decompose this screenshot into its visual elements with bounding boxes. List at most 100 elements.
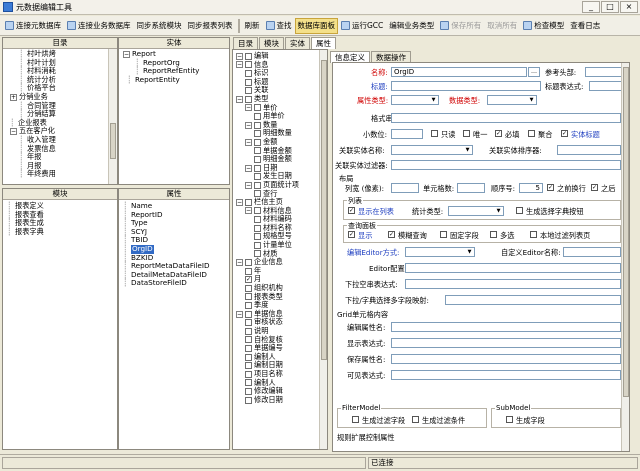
tree-checkbox[interactable] (245, 78, 252, 86)
tree-checkbox[interactable] (245, 284, 252, 292)
attr-item[interactable]: ┊ DataStoreFileID (123, 279, 210, 288)
gen-select-checkbox[interactable] (516, 207, 523, 214)
tree-item[interactable]: ┊ ReportEntity (127, 75, 199, 85)
catalog-scrollbar[interactable] (108, 49, 117, 184)
expand-toggle-icon[interactable]: − (236, 198, 243, 206)
custom-editor-input[interactable] (563, 247, 621, 257)
tree-checkbox[interactable] (254, 112, 261, 120)
sync-modules-button[interactable]: 同步系统模块 (134, 18, 185, 34)
form-scrollbar[interactable] (621, 63, 629, 451)
tree-checkbox[interactable] (245, 302, 252, 310)
tree-checkbox[interactable] (245, 353, 252, 361)
expand-toggle-icon[interactable]: − (236, 310, 243, 318)
show-checkbox[interactable]: ✓ (348, 231, 355, 238)
field-tree-scrollbar[interactable] (319, 50, 327, 449)
gen-filter-cond-checkbox[interactable] (412, 416, 419, 423)
tree-checkbox[interactable] (245, 95, 252, 103)
tree-checkbox[interactable] (254, 138, 261, 146)
sync-reports-button[interactable]: 同步报表列表 (185, 18, 236, 34)
tree-item[interactable]: ┊ 报表字典 (7, 227, 44, 237)
expand-toggle-icon[interactable]: − (245, 121, 252, 129)
expand-toggle-icon[interactable]: − (236, 259, 243, 267)
tree-item[interactable]: 修改日期 (245, 395, 299, 405)
filter-page-checkbox[interactable] (530, 231, 537, 238)
tree-checkbox[interactable]: ✓ (245, 276, 252, 284)
tree-checkbox[interactable] (254, 233, 261, 241)
cell-count-input[interactable] (457, 183, 485, 193)
refresh-button[interactable]: 刷新 (242, 18, 263, 34)
tree-checkbox[interactable] (245, 362, 252, 370)
save-all-button[interactable]: 保存所有 (437, 18, 484, 34)
tree-checkbox[interactable] (245, 379, 252, 387)
tree-checkbox[interactable] (245, 198, 252, 206)
expand-toggle-icon[interactable]: − (236, 95, 243, 103)
show-expr-input[interactable] (391, 338, 621, 348)
tree-checkbox[interactable] (254, 207, 261, 215)
fuzzy-checkbox[interactable]: ✓ (388, 231, 395, 238)
edit-biztype-button[interactable]: 编辑业务类型 (386, 18, 437, 34)
tree-checkbox[interactable] (245, 319, 252, 327)
unique-checkbox[interactable] (463, 130, 470, 137)
tree-checkbox[interactable] (254, 155, 261, 163)
attr-type-select[interactable]: ▼ (391, 95, 439, 105)
tree-checkbox[interactable] (245, 69, 252, 77)
expand-toggle-icon[interactable]: − (236, 61, 243, 69)
gen-filter-field-checkbox[interactable] (352, 416, 359, 423)
check-model-button[interactable]: 检查模型 (520, 18, 567, 34)
tab-entity[interactable]: 实体 (285, 37, 310, 49)
tree-checkbox[interactable] (254, 130, 261, 138)
expand-toggle-icon[interactable]: − (245, 181, 252, 189)
tree-checkbox[interactable] (254, 224, 261, 232)
tree-checkbox[interactable] (245, 267, 252, 275)
name-input[interactable]: OrgID (391, 67, 527, 77)
show-in-list-checkbox[interactable]: ✓ (348, 207, 355, 214)
tree-checkbox[interactable] (254, 147, 261, 155)
tree-checkbox[interactable] (254, 104, 261, 112)
connect-bizdb-button[interactable]: 连接业务数据库 (64, 18, 134, 34)
tree-checkbox[interactable] (245, 52, 252, 60)
rel-filter-input[interactable] (391, 160, 621, 170)
tree-checkbox[interactable] (245, 87, 252, 95)
data-type-select[interactable]: ▼ (487, 95, 537, 105)
tree-checkbox[interactable] (254, 164, 261, 172)
format-input[interactable] (391, 113, 621, 123)
dropdown-dict-input[interactable] (445, 295, 621, 305)
view-log-button[interactable]: 查看日志 (567, 18, 603, 34)
order-input[interactable]: 5 (519, 183, 543, 193)
maximize-button[interactable]: □ (601, 1, 619, 13)
required-checkbox[interactable]: ✓ (495, 130, 502, 137)
tab-attribute[interactable]: 属性 (311, 37, 336, 49)
rel-entity-select[interactable]: ▼ (391, 145, 473, 155)
minimize-button[interactable]: _ (582, 1, 600, 13)
tree-checkbox[interactable] (245, 336, 252, 344)
editor-cfg-input[interactable] (405, 263, 621, 273)
aggregate-checkbox[interactable] (528, 130, 535, 137)
tree-checkbox[interactable] (245, 61, 252, 69)
fixed-field-checkbox[interactable] (440, 231, 447, 238)
expand-toggle-icon[interactable]: − (245, 207, 252, 215)
expand-toggle-icon[interactable]: − (245, 104, 252, 112)
connect-metadb-button[interactable]: 连接元数据库 (2, 18, 64, 34)
wrap-after-checkbox[interactable]: ✓ (591, 184, 598, 191)
tree-checkbox[interactable] (254, 241, 261, 249)
save-attr-input[interactable] (391, 354, 621, 364)
tree-checkbox[interactable] (254, 216, 261, 224)
tree-checkbox[interactable] (254, 121, 261, 129)
db-panel-button[interactable]: 数据库面板 (294, 17, 338, 34)
tree-checkbox[interactable] (245, 396, 252, 404)
stat-type-select[interactable]: ▼ (448, 206, 504, 216)
tab-catalog[interactable]: 目录 (233, 37, 258, 49)
visible-expr-input[interactable] (391, 370, 621, 380)
dropdown-expr-input[interactable] (405, 279, 621, 289)
name-browse-button[interactable]: … (528, 67, 540, 77)
tree-checkbox[interactable] (245, 259, 252, 267)
expand-toggle-icon[interactable]: − (245, 164, 252, 172)
edit-attr-input[interactable] (391, 322, 621, 332)
tree-checkbox[interactable] (254, 181, 261, 189)
tab-module[interactable]: 模块 (259, 37, 284, 49)
tree-checkbox[interactable] (245, 327, 252, 335)
decimal-input[interactable] (391, 129, 423, 139)
col-width-input[interactable] (391, 183, 419, 193)
tree-checkbox[interactable] (245, 387, 252, 395)
gen-field-checkbox[interactable] (506, 416, 513, 423)
